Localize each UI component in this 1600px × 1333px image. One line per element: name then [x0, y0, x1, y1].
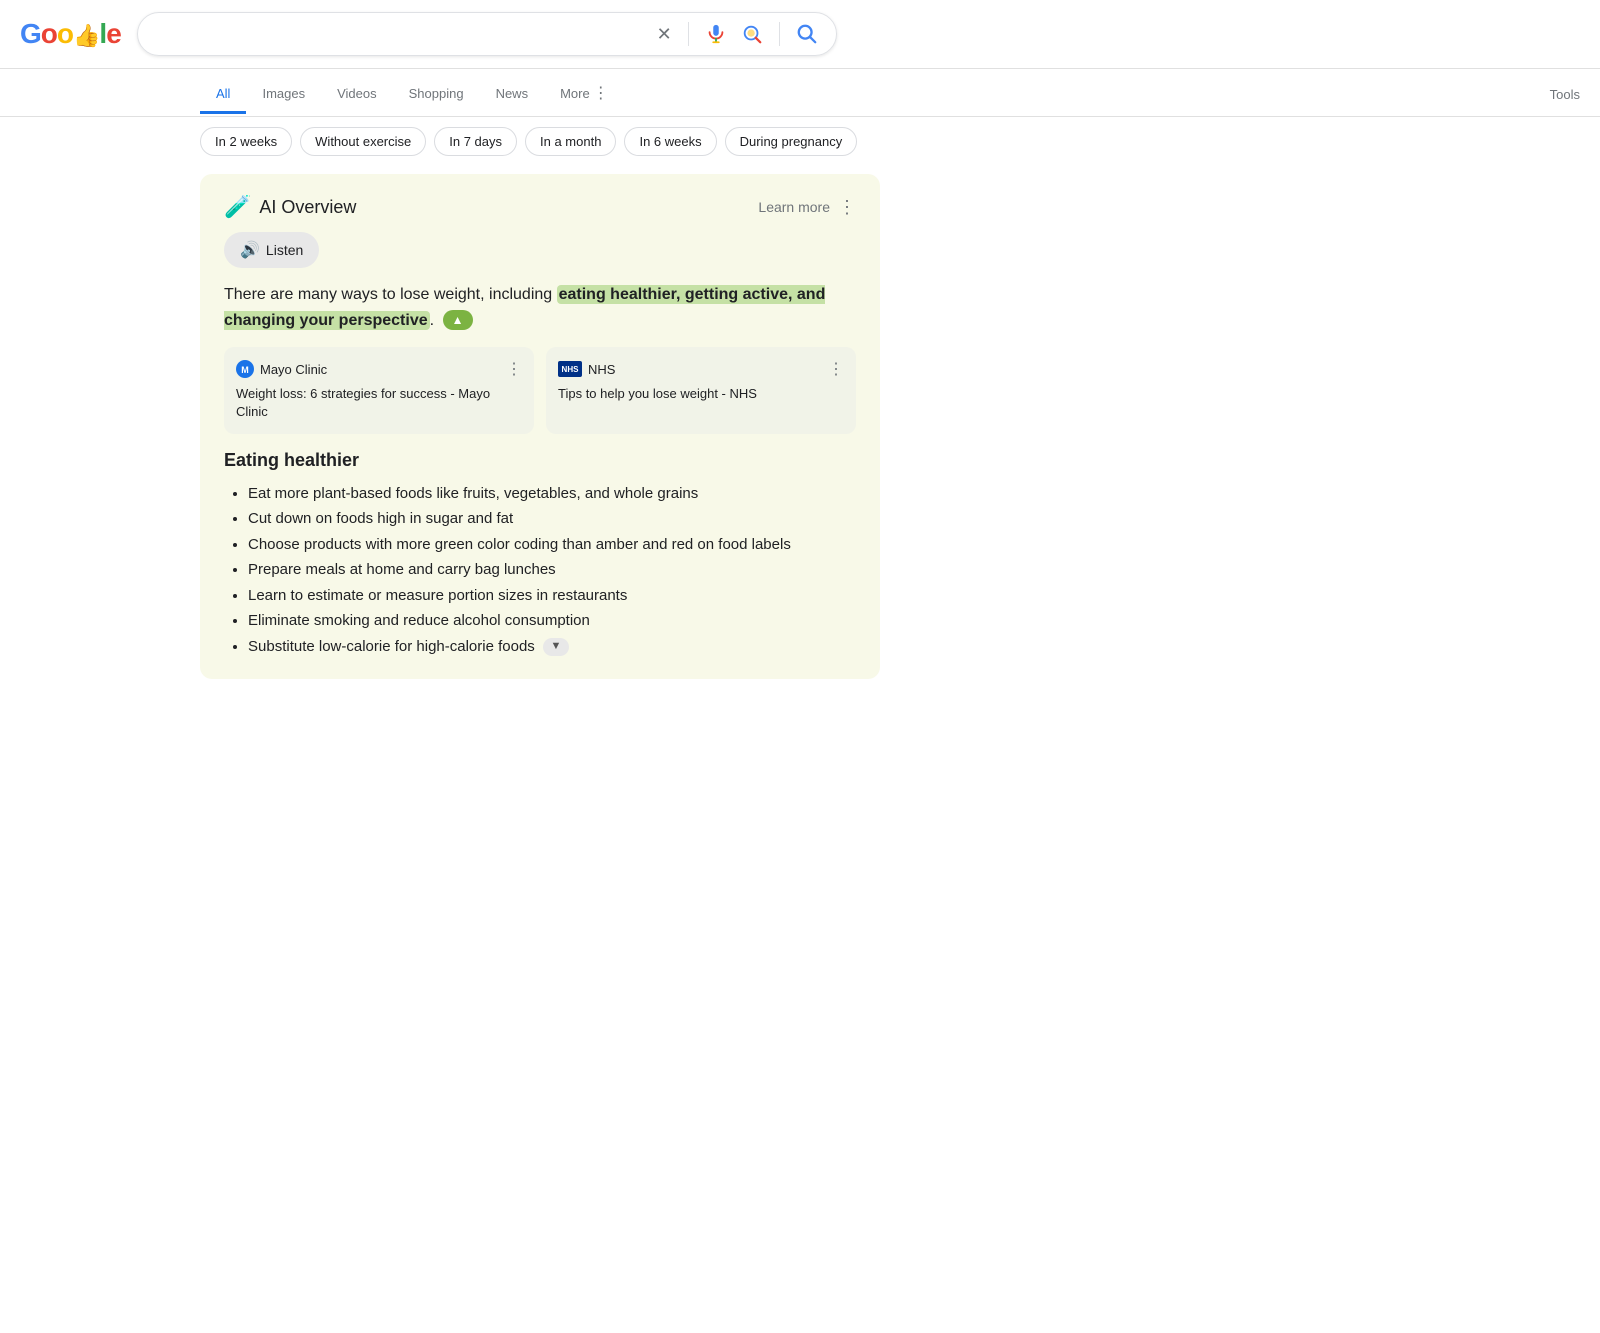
- collapse-button[interactable]: ▲: [443, 310, 473, 330]
- tools-button[interactable]: Tools: [1550, 77, 1580, 112]
- chip-pregnancy[interactable]: During pregnancy: [725, 127, 858, 156]
- bullet-5: Learn to estimate or measure portion siz…: [248, 583, 856, 609]
- search-icon: [796, 23, 818, 45]
- tab-news[interactable]: News: [480, 76, 545, 114]
- clear-icon: ✕: [657, 24, 672, 45]
- source-card-header-nhs: NHS NHS ⋮: [558, 359, 844, 379]
- tab-shopping[interactable]: Shopping: [393, 76, 480, 114]
- eating-healthier-title: Eating healthier: [224, 450, 856, 471]
- source-info-mayo: M Mayo Clinic: [236, 360, 327, 378]
- speaker-icon: 🔊: [240, 240, 260, 260]
- flask-icon: 🧪: [224, 194, 251, 220]
- logo-o1: o: [41, 18, 57, 49]
- nav-tabs: All Images Videos Shopping News More ⋮ T…: [0, 69, 1600, 117]
- bullet-7-text: Substitute low-calorie for high-calorie …: [248, 638, 535, 655]
- source-info-nhs: NHS NHS: [558, 361, 615, 377]
- ai-overview-label: AI Overview: [259, 197, 356, 218]
- source-card-header-mayo: M Mayo Clinic ⋮: [236, 359, 522, 379]
- ai-overview-text: There are many ways to lose weight, incl…: [224, 282, 856, 333]
- main-content: 🧪 AI Overview Learn more ⋮ 🔊 Listen Ther…: [0, 166, 900, 719]
- bullet-1: Eat more plant-based foods like fruits, …: [248, 481, 856, 507]
- ai-text-before: There are many ways to lose weight, incl…: [224, 286, 557, 303]
- bullet-7: Substitute low-calorie for high-calorie …: [248, 634, 856, 660]
- collapse-arrow-icon: ▲: [452, 311, 464, 330]
- ai-text-after: .: [430, 312, 434, 329]
- search-input[interactable]: how to lose weight: [154, 25, 647, 43]
- bullet-3: Choose products with more green color co…: [248, 532, 856, 558]
- chip-month[interactable]: In a month: [525, 127, 616, 156]
- source-card-mayo[interactable]: M Mayo Clinic ⋮ Weight loss: 6 strategie…: [224, 347, 534, 433]
- ai-overview: 🧪 AI Overview Learn more ⋮ 🔊 Listen Ther…: [200, 174, 880, 679]
- google-logo[interactable]: Goo👍le: [20, 18, 121, 50]
- tab-images[interactable]: Images: [246, 76, 321, 114]
- ai-overview-header: 🧪 AI Overview Learn more ⋮: [224, 194, 856, 220]
- chip-without-exercise[interactable]: Without exercise: [300, 127, 426, 156]
- expand-button[interactable]: ▼: [543, 638, 569, 656]
- ai-overview-title: 🧪 AI Overview: [224, 194, 356, 220]
- divider: [688, 22, 689, 46]
- search-submit-button[interactable]: [794, 21, 820, 47]
- mayo-source-title: Weight loss: 6 strategies for success - …: [236, 385, 522, 421]
- chip-2weeks[interactable]: In 2 weeks: [200, 127, 292, 156]
- bullet-2: Cut down on foods high in sugar and fat: [248, 506, 856, 532]
- logo-e: e: [106, 18, 121, 49]
- logo-o2: o: [57, 18, 73, 49]
- expand-arrow-icon: ▼: [551, 637, 562, 656]
- mayo-favicon: M: [236, 360, 254, 378]
- ai-learn-more[interactable]: Learn more ⋮: [758, 197, 856, 218]
- ai-menu-icon[interactable]: ⋮: [838, 197, 856, 218]
- logo-emoji: 👍: [73, 23, 99, 48]
- source-cards: M Mayo Clinic ⋮ Weight loss: 6 strategie…: [224, 347, 856, 433]
- tab-more[interactable]: More ⋮: [544, 73, 625, 116]
- search-icons: ✕: [655, 21, 820, 47]
- tab-videos[interactable]: Videos: [321, 76, 393, 114]
- listen-label: Listen: [266, 242, 303, 258]
- lens-button[interactable]: [739, 21, 765, 47]
- chips-row: In 2 weeks Without exercise In 7 days In…: [0, 117, 1600, 166]
- lens-icon: [741, 23, 763, 45]
- bullet-6: Eliminate smoking and reduce alcohol con…: [248, 608, 856, 634]
- listen-button[interactable]: 🔊 Listen: [224, 232, 319, 268]
- svg-text:M: M: [241, 365, 249, 375]
- header: Goo👍le how to lose weight ✕: [0, 0, 1600, 69]
- mayo-card-menu-icon[interactable]: ⋮: [506, 359, 522, 379]
- learn-more-label: Learn more: [758, 199, 830, 215]
- mic-icon: [705, 23, 727, 45]
- logo-g: G: [20, 18, 41, 49]
- tab-all[interactable]: All: [200, 76, 246, 114]
- mic-button[interactable]: [703, 21, 729, 47]
- chip-6weeks[interactable]: In 6 weeks: [624, 127, 716, 156]
- search-box[interactable]: how to lose weight ✕: [137, 12, 837, 56]
- nhs-card-menu-icon[interactable]: ⋮: [828, 359, 844, 379]
- clear-button[interactable]: ✕: [655, 22, 674, 47]
- bullet-4: Prepare meals at home and carry bag lunc…: [248, 557, 856, 583]
- eating-healthier-list: Eat more plant-based foods like fruits, …: [224, 481, 856, 660]
- source-card-nhs[interactable]: NHS NHS ⋮ Tips to help you lose weight -…: [546, 347, 856, 433]
- more-dots-icon: ⋮: [593, 83, 609, 103]
- nhs-source-title: Tips to help you lose weight - NHS: [558, 385, 844, 403]
- mayo-source-name: Mayo Clinic: [260, 362, 327, 377]
- nhs-favicon: NHS: [558, 361, 582, 377]
- nhs-source-name: NHS: [588, 362, 615, 377]
- chip-7days[interactable]: In 7 days: [434, 127, 517, 156]
- more-label: More: [560, 86, 590, 101]
- divider2: [779, 22, 780, 46]
